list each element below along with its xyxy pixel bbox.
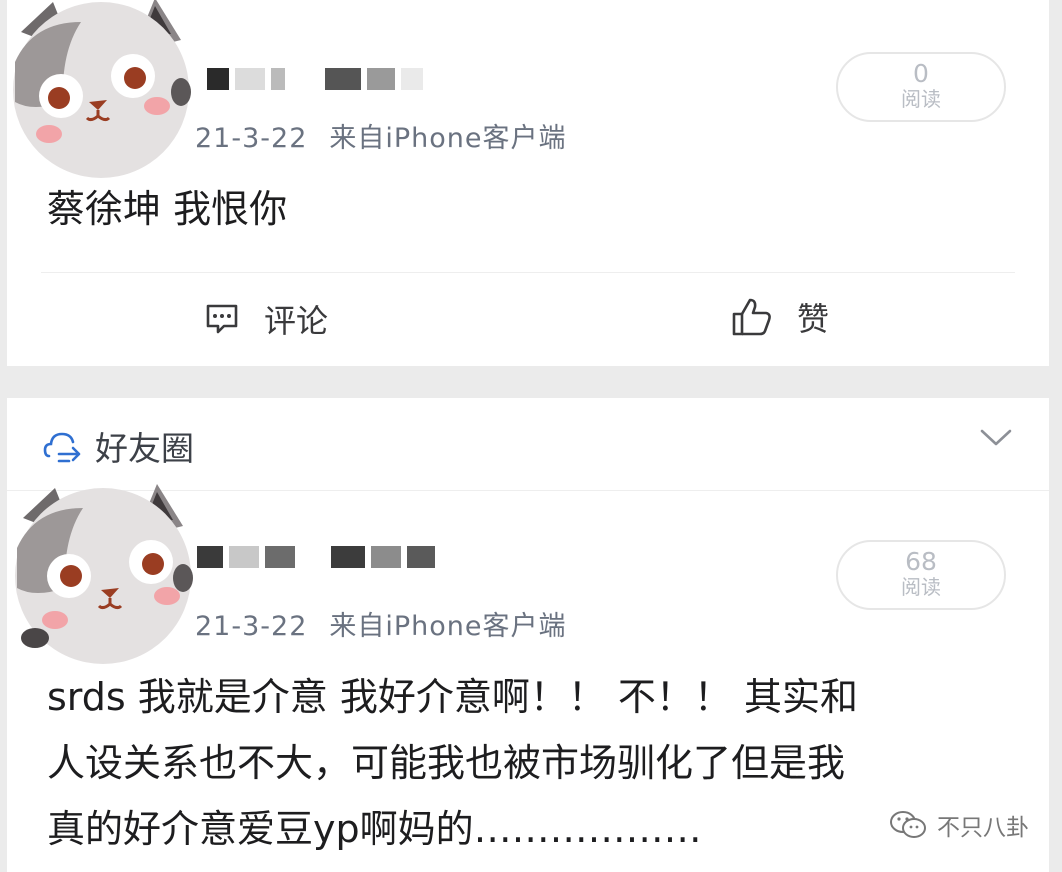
section-title: 好友圈	[95, 429, 194, 468]
username-blurred[interactable]	[207, 68, 429, 90]
post-line: 人设关系也不大，可能我也被市场驯化了但是我	[47, 741, 846, 785]
comment-button[interactable]: 评论	[204, 296, 328, 342]
like-label: 赞	[797, 300, 830, 338]
watermark: 不只八卦	[889, 808, 1029, 842]
read-count: 68	[905, 547, 937, 576]
post-date: 21-3-22	[195, 123, 308, 154]
post-content: 蔡徐坤 我恨你	[47, 176, 287, 242]
comment-label: 评论	[264, 302, 329, 340]
like-button[interactable]: 赞	[731, 294, 829, 340]
comment-icon	[206, 304, 238, 334]
read-label: 阅读	[901, 87, 941, 111]
username-blurred[interactable]	[197, 546, 441, 568]
post-line: 真的好介意爱豆yp啊妈的………………	[47, 807, 702, 851]
friends-circle-icon	[43, 432, 81, 463]
read-label: 阅读	[901, 575, 941, 599]
post-line: srds 我就是介意 我好介意啊！！ 不！！ 其实和	[47, 675, 858, 719]
read-count: 0	[913, 59, 929, 88]
post-line: 蔡徐坤 我恨你	[47, 187, 288, 231]
post-source: 来自iPhone客户端	[329, 123, 567, 154]
divider	[41, 272, 1015, 273]
read-count-badge: 68 阅读	[836, 540, 1006, 610]
avatar[interactable]	[5, 478, 195, 668]
post-date: 21-3-22	[195, 611, 308, 642]
watermark-text: 不只八卦	[937, 815, 1029, 841]
post-card-1: 21-3-22 来自iPhone客户端 0 阅读 蔡徐坤 我恨你 评论 赞	[7, 0, 1049, 366]
post-source: 来自iPhone客户端	[329, 611, 567, 642]
chevron-down-icon[interactable]	[979, 428, 1013, 448]
avatar[interactable]	[3, 0, 193, 182]
post-content: srds 我就是介意 我好介意啊！！ 不！！ 其实和 人设关系也不大，可能我也被…	[47, 664, 858, 862]
post-meta: 21-3-22 来自iPhone客户端	[195, 604, 567, 643]
wechat-icon	[890, 811, 926, 838]
post-meta: 21-3-22 来自iPhone客户端	[195, 116, 567, 155]
thumbs-up-icon	[732, 298, 771, 336]
section-header[interactable]: 好友圈	[43, 422, 194, 470]
post-card-2: 好友圈 21-3-22 来自iPhone客户端 68 阅读 srds 我就是介意…	[7, 398, 1049, 872]
read-count-badge: 0 阅读	[836, 52, 1006, 122]
